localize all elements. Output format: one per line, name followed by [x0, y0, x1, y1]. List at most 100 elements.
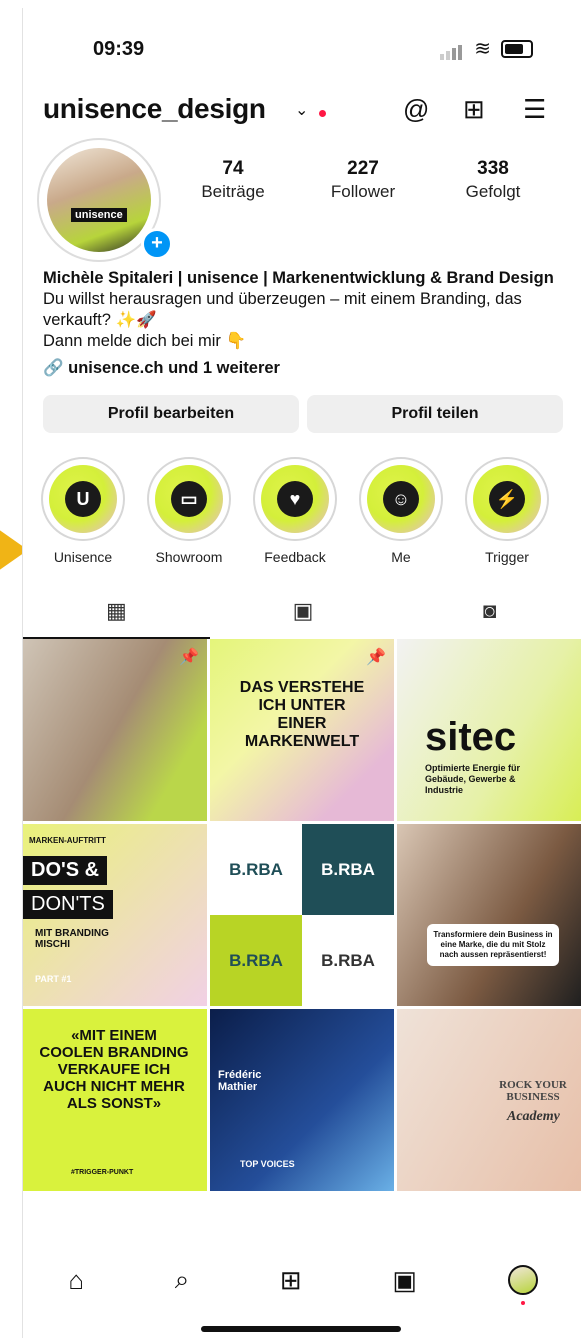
- highlight-feedback[interactable]: ♥ Feedback: [253, 457, 337, 565]
- profile-summary: unisence + 74 Beiträge 227 Follower 338 …: [23, 138, 582, 268]
- reels-nav-icon[interactable]: ▣: [392, 1265, 417, 1296]
- highlight-cover: ☺: [367, 465, 435, 533]
- avatar-brand-label: unisence: [71, 208, 127, 222]
- highlight-ring: ☺: [359, 457, 443, 541]
- post-tile[interactable]: sitec Optimierte Energie für Gebäude, Ge…: [397, 639, 581, 821]
- stat-posts-label: Beiträge: [201, 182, 265, 201]
- rba-logo-grid: B.RBA B.RBA B.RBA B.RBA: [210, 824, 394, 1006]
- highlight-unisence[interactable]: U Unisence: [41, 457, 125, 565]
- avatar[interactable]: unisence: [47, 148, 151, 252]
- status-time: 09:39: [93, 38, 145, 60]
- smile-icon: ☺: [383, 481, 419, 517]
- add-post-icon[interactable]: ⊞: [463, 94, 485, 125]
- phone-screen: 09:39 ≋ unisence_design ⌄ @ ⊞ ☰ unisence…: [22, 8, 582, 1338]
- pin-icon: 📌: [366, 649, 386, 666]
- story-highlights: U Unisence ▭ Showroom ♥ Feedback ☺ Me ⚡ …: [23, 433, 582, 565]
- tagged-icon: ◙: [483, 598, 497, 623]
- highlight-label: Me: [391, 549, 411, 565]
- threads-icon[interactable]: @: [403, 94, 429, 125]
- edit-profile-button[interactable]: Profil bearbeiten: [43, 395, 299, 433]
- grid-icon: ▦: [105, 598, 127, 623]
- home-indicator: [201, 1326, 401, 1332]
- post-subtitle: Optimierte Energie für Gebäude, Gewerbe …: [425, 763, 521, 795]
- highlight-cover: ⚡: [473, 465, 541, 533]
- stat-following[interactable]: 338 Gefolgt: [433, 158, 553, 202]
- post-text-d: PART #1: [35, 974, 72, 984]
- highlight-trigger[interactable]: ⚡ Trigger: [465, 457, 549, 565]
- profile-buttons: Profil bearbeiten Profil teilen: [23, 379, 582, 433]
- bio-name: Michèle Spitaleri | unisence | Markenent…: [43, 269, 554, 287]
- share-profile-button[interactable]: Profil teilen: [307, 395, 563, 433]
- post-tag: TOP VOICES: [240, 1159, 295, 1169]
- post-tile[interactable]: Frédéric Mathier TOP VOICES: [210, 1009, 394, 1191]
- tab-reels[interactable]: ▣: [210, 583, 397, 639]
- bio: Michèle Spitaleri | unisence | Markenent…: [23, 268, 582, 379]
- rba-logo: B.RBA: [210, 915, 302, 1006]
- highlight-cover: ♥: [261, 465, 329, 533]
- bio-link[interactable]: 🔗 unisence.ch und 1 weiterer: [43, 358, 563, 379]
- heart-icon: ♥: [277, 481, 313, 517]
- avatar-ring[interactable]: unisence +: [37, 138, 173, 262]
- stat-followers-count: 227: [347, 158, 379, 179]
- post-speaker-name: Frédéric Mathier: [218, 1069, 262, 1093]
- post-script: Academy: [507, 1109, 560, 1124]
- u-icon: U: [65, 481, 101, 517]
- highlight-ring: U: [41, 457, 125, 541]
- highlight-cover: U: [49, 465, 117, 533]
- bolt-icon: ⚡: [489, 481, 525, 517]
- post-tile[interactable]: ROCK YOUR BUSINESS Academy: [397, 1009, 581, 1191]
- home-icon[interactable]: ⌂: [68, 1265, 84, 1296]
- stat-following-count: 338: [477, 158, 509, 179]
- highlight-ring: ⚡: [465, 457, 549, 541]
- bio-line-2: Dann melde dich bei mir 👇: [43, 332, 247, 350]
- highlight-label: Unisence: [53, 549, 113, 565]
- post-tile[interactable]: 📌 DAS VERSTEHE ICH UNTER EINER MARKENWEL…: [210, 639, 394, 821]
- highlight-label: Showroom: [155, 549, 223, 565]
- notification-dot: [319, 110, 326, 117]
- create-icon[interactable]: ⊞: [280, 1265, 302, 1296]
- stat-posts-count: 74: [222, 158, 244, 179]
- highlight-cover: ▭: [155, 465, 223, 533]
- status-icons: ≋: [440, 36, 533, 61]
- post-tile[interactable]: 📌: [23, 639, 207, 821]
- post-headline: ROCK YOUR BUSINESS: [499, 1079, 567, 1103]
- tab-tagged[interactable]: ◙: [396, 583, 582, 639]
- bio-link-text[interactable]: unisence.ch und 1 weiterer: [68, 359, 280, 377]
- stat-followers-label: Follower: [330, 182, 396, 201]
- post-tile[interactable]: B.RBA B.RBA B.RBA B.RBA: [210, 824, 394, 1006]
- post-text-a: DO'S &: [23, 856, 108, 885]
- pin-icon: 📌: [179, 649, 199, 666]
- profile-nav-avatar[interactable]: [507, 1265, 538, 1305]
- signal-icon: [440, 37, 464, 60]
- search-icon[interactable]: ⌕: [175, 1264, 190, 1296]
- battery-icon: [501, 39, 533, 58]
- bottom-nav: ⌂ ⌕ ⊞ ▣: [23, 1252, 582, 1308]
- post-tile[interactable]: MARKEN-AUFTRITT DO'S & DON'TS MIT BRANDI…: [23, 824, 207, 1006]
- highlight-me[interactable]: ☺ Me: [359, 457, 443, 565]
- post-kicker: MARKEN-AUFTRITT: [29, 836, 106, 845]
- username-title[interactable]: unisence_design: [43, 93, 266, 125]
- tab-grid[interactable]: ▦: [23, 583, 210, 639]
- highlight-showroom[interactable]: ▭ Showroom: [147, 457, 231, 565]
- rba-logo: B.RBA: [302, 824, 394, 915]
- post-text: DAS VERSTEHE ICH UNTER EINER MARKENWELT: [239, 679, 365, 750]
- status-bar: 09:39 ≋: [23, 8, 582, 78]
- highlight-ring: ▭: [147, 457, 231, 541]
- post-tile[interactable]: «MIT EINEM COOLEN BRANDING VERKAUFE ICH …: [23, 1009, 207, 1191]
- post-text-c: MIT BRANDING MISCHI: [35, 928, 109, 950]
- highlight-label: Trigger: [485, 549, 529, 565]
- reels-icon: ▣: [292, 598, 314, 623]
- chevron-down-icon[interactable]: ⌄: [295, 100, 308, 120]
- stat-posts[interactable]: 74 Beiträge: [173, 158, 293, 202]
- link-icon: 🔗: [43, 359, 69, 377]
- bio-line-1: Du willst herausragen und überzeugen – m…: [43, 290, 522, 329]
- rba-logo: B.RBA: [302, 915, 394, 1006]
- highlight-label: Feedback: [264, 549, 326, 565]
- post-tile[interactable]: Transformiere dein Business in eine Mark…: [397, 824, 581, 1006]
- post-text-b: DON'TS: [23, 890, 113, 919]
- post-title: sitec: [425, 715, 517, 759]
- add-story-icon[interactable]: +: [141, 228, 173, 260]
- post-quote: «MIT EINEM COOLEN BRANDING VERKAUFE ICH …: [39, 1027, 189, 1112]
- menu-icon[interactable]: ☰: [523, 94, 546, 125]
- stat-followers[interactable]: 227 Follower: [303, 158, 423, 202]
